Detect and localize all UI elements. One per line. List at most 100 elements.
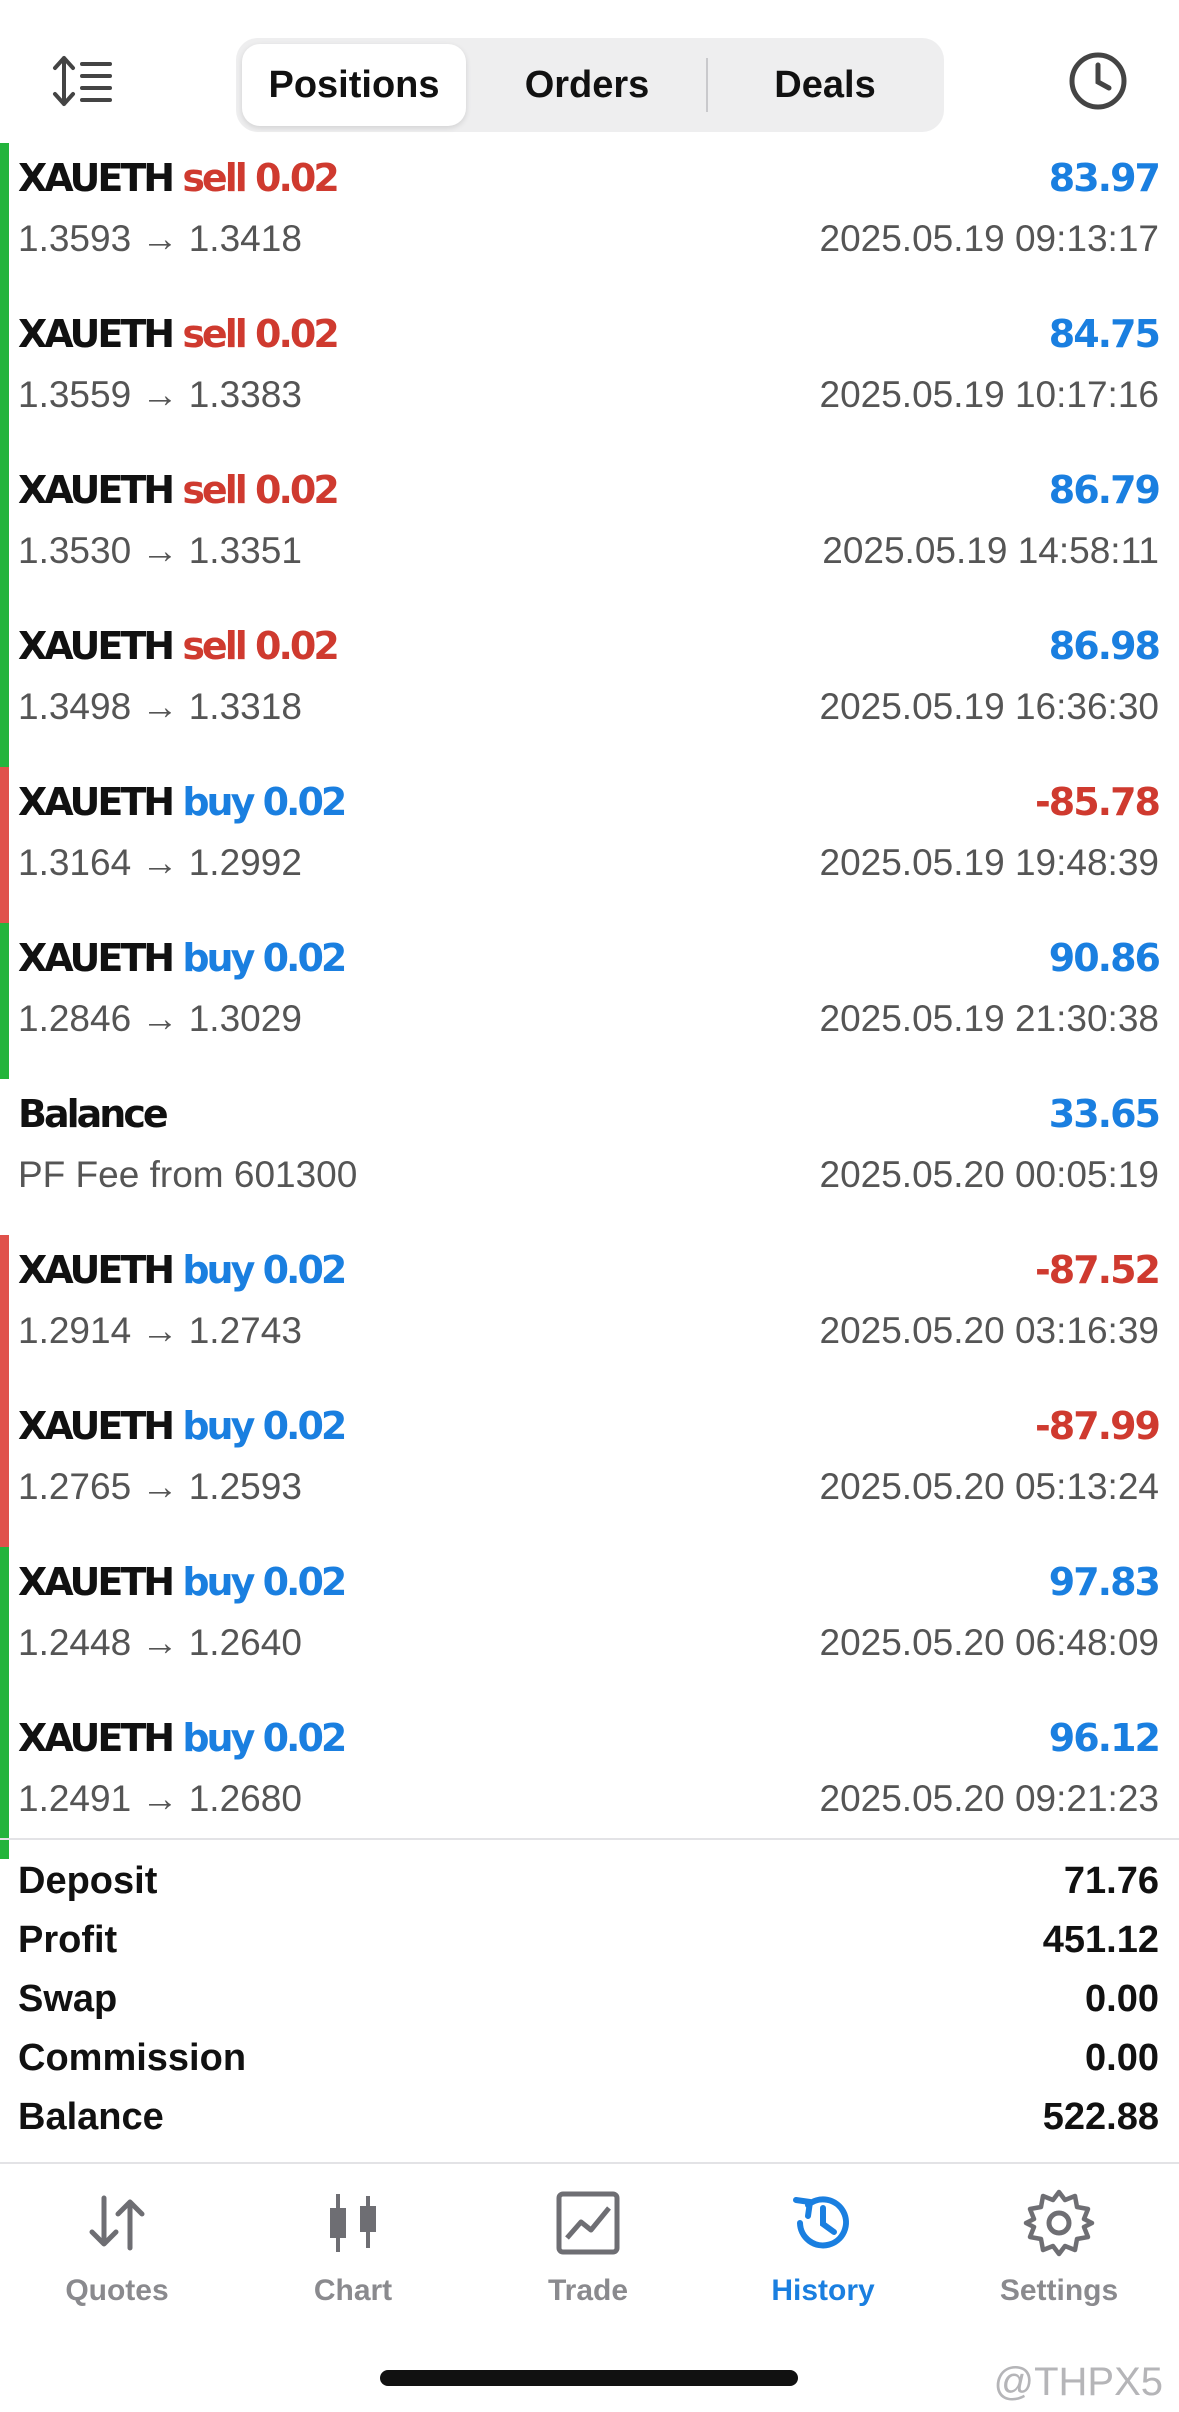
deal-time: 2025.05.19 16:36:30 bbox=[819, 686, 1160, 727]
deal-symbol: Balance bbox=[18, 1092, 169, 1136]
deal-volume: 0.02 bbox=[255, 312, 340, 356]
profit-bar bbox=[0, 455, 9, 611]
profit-bar bbox=[0, 299, 9, 455]
deal-amount: 83.97 bbox=[1048, 156, 1161, 200]
deal-time: 2025.05.19 21:30:38 bbox=[819, 998, 1160, 1039]
tab-orders[interactable]: Orders bbox=[472, 44, 702, 126]
nav-label: Trade bbox=[547, 2274, 629, 2307]
summary-row-swap: Swap 0.00 bbox=[0, 1970, 1179, 2029]
deal-title: XAUETH buy 0.02 bbox=[18, 1241, 348, 1299]
deal-volume: 0.02 bbox=[262, 936, 348, 980]
home-indicator[interactable] bbox=[380, 2370, 798, 2386]
deal-row[interactable]: XAUETH sell 0.02 83.97 1.3593 → 1.3418 2… bbox=[0, 143, 1179, 299]
deal-amount: -87.99 bbox=[1035, 1404, 1161, 1448]
deal-prices: 1.2448 → 1.2640 bbox=[18, 1622, 302, 1663]
deal-symbol: XAUETH bbox=[18, 1560, 175, 1604]
loss-bar bbox=[0, 1235, 9, 1391]
deal-side: buy bbox=[182, 1404, 255, 1448]
deal-title: XAUETH sell 0.02 bbox=[18, 461, 340, 519]
nav-trade[interactable]: Trade bbox=[488, 2186, 688, 2316]
deal-side: sell bbox=[182, 312, 247, 356]
deal-amount: 86.79 bbox=[1048, 468, 1161, 512]
deal-volume: 0.02 bbox=[262, 780, 348, 824]
deal-symbol: XAUETH bbox=[18, 780, 175, 824]
top-bar: Positions Orders Deals bbox=[0, 0, 1179, 140]
deal-time: 2025.05.20 09:21:23 bbox=[819, 1778, 1160, 1819]
deal-symbol: XAUETH bbox=[18, 936, 175, 980]
deal-row[interactable]: XAUETH buy 0.02 -85.78 1.3164 → 1.2992 2… bbox=[0, 767, 1179, 923]
deal-title: XAUETH buy 0.02 bbox=[18, 1709, 347, 1767]
deal-title: XAUETH buy 0.02 bbox=[18, 773, 348, 831]
nav-settings[interactable]: Settings bbox=[959, 2186, 1159, 2316]
deal-row[interactable]: XAUETH buy 0.02 -87.52 1.2914 → 1.2743 2… bbox=[0, 1235, 1179, 1391]
loss-bar bbox=[0, 1391, 9, 1547]
deal-side: sell bbox=[182, 156, 247, 200]
history-list: XAUETH sell 0.02 83.97 1.3593 → 1.3418 2… bbox=[0, 143, 1179, 1859]
nav-label: Settings bbox=[999, 2274, 1119, 2307]
deal-row[interactable]: XAUETH buy 0.02 90.86 1.2846 → 1.3029 20… bbox=[0, 923, 1179, 1079]
deal-amount: 86.98 bbox=[1048, 624, 1161, 668]
deal-symbol: XAUETH bbox=[18, 468, 175, 512]
segmented-control: Positions Orders Deals bbox=[236, 38, 944, 132]
deal-title: XAUETH sell 0.02 bbox=[18, 305, 340, 363]
nav-label: Quotes bbox=[65, 2274, 169, 2307]
deal-amount: 96.12 bbox=[1048, 1716, 1161, 1760]
deal-amount: -87.52 bbox=[1035, 1248, 1161, 1292]
candlestick-chart-icon bbox=[330, 2194, 376, 2252]
deal-comment: PF Fee from 601300 bbox=[18, 1154, 358, 1195]
deal-prices: 1.3593 → 1.3418 bbox=[18, 218, 302, 259]
summary-row-profit: Profit 451.12 bbox=[0, 1911, 1179, 1970]
deal-side: sell bbox=[182, 624, 247, 668]
tab-deals[interactable]: Deals bbox=[712, 44, 938, 126]
deal-symbol: XAUETH bbox=[18, 624, 175, 668]
deal-time: 2025.05.19 14:58:11 bbox=[822, 530, 1159, 571]
summary-divider bbox=[0, 1838, 1179, 1840]
deal-prices: 1.3498 → 1.3318 bbox=[18, 686, 302, 727]
deal-side: buy bbox=[182, 1248, 255, 1292]
sort-icon[interactable] bbox=[50, 48, 116, 114]
deal-title: XAUETH sell 0.02 bbox=[18, 617, 340, 675]
deal-side: buy bbox=[182, 1560, 255, 1604]
deal-volume: 0.02 bbox=[255, 624, 340, 668]
summary-value: 0.00 bbox=[1085, 1978, 1159, 2020]
balance-row[interactable]: Balance 33.65 PF Fee from 601300 2025.05… bbox=[0, 1079, 1179, 1235]
deal-row[interactable]: XAUETH sell 0.02 86.98 1.3498 → 1.3318 2… bbox=[0, 611, 1179, 767]
deal-amount: 84.75 bbox=[1048, 312, 1161, 356]
watermark-text: @THPX5 bbox=[993, 2360, 1163, 2404]
deal-row[interactable]: XAUETH buy 0.02 -87.99 1.2765 → 1.2593 2… bbox=[0, 1391, 1179, 1547]
deal-symbol: XAUETH bbox=[18, 1404, 175, 1448]
profit-bar bbox=[0, 143, 9, 299]
deal-time: 2025.05.19 10:17:16 bbox=[819, 374, 1160, 415]
deal-row[interactable]: XAUETH buy 0.02 96.12 1.2491 → 1.2680 20… bbox=[0, 1703, 1179, 1859]
deal-prices: 1.3164 → 1.2992 bbox=[18, 842, 302, 883]
summary-label: Deposit bbox=[18, 1860, 158, 1902]
deal-volume: 0.02 bbox=[255, 156, 340, 200]
summary-panel: Deposit 71.76 Profit 451.12 Swap 0.00 Co… bbox=[0, 1852, 1179, 2147]
profit-bar bbox=[0, 611, 9, 767]
tab-positions[interactable]: Positions bbox=[242, 44, 466, 126]
deal-row[interactable]: XAUETH sell 0.02 84.75 1.3559 → 1.3383 2… bbox=[0, 299, 1179, 455]
summary-value: 71.76 bbox=[1063, 1860, 1159, 1902]
deal-volume: 0.02 bbox=[255, 468, 340, 512]
deal-amount: 90.86 bbox=[1048, 936, 1161, 980]
deal-row[interactable]: XAUETH sell 0.02 86.79 1.3530 → 1.3351 2… bbox=[0, 455, 1179, 611]
clock-icon[interactable] bbox=[1065, 48, 1131, 114]
profit-bar bbox=[0, 1547, 9, 1703]
nav-chart[interactable]: Chart bbox=[253, 2186, 453, 2316]
nav-label: Chart bbox=[313, 2274, 393, 2307]
history-clock-icon bbox=[793, 2196, 849, 2249]
profit-bar bbox=[0, 1703, 9, 1859]
deal-row[interactable]: XAUETH buy 0.02 97.83 1.2448 → 1.2640 20… bbox=[0, 1547, 1179, 1703]
deal-volume: 0.02 bbox=[262, 1560, 348, 1604]
nav-history[interactable]: History bbox=[723, 2186, 923, 2316]
deal-volume: 0.02 bbox=[262, 1248, 348, 1292]
deal-time: 2025.05.20 05:13:24 bbox=[819, 1466, 1160, 1507]
deal-symbol: XAUETH bbox=[18, 312, 175, 356]
deal-prices: 1.3530 → 1.3351 bbox=[18, 530, 302, 571]
summary-row-commission: Commission 0.00 bbox=[0, 2029, 1179, 2088]
nav-quotes[interactable]: Quotes bbox=[17, 2186, 217, 2316]
profit-bar bbox=[0, 923, 9, 1079]
deal-side: buy bbox=[182, 780, 255, 824]
deal-prices: 1.2765 → 1.2593 bbox=[18, 1466, 302, 1507]
summary-value: 522.88 bbox=[1042, 2096, 1159, 2138]
